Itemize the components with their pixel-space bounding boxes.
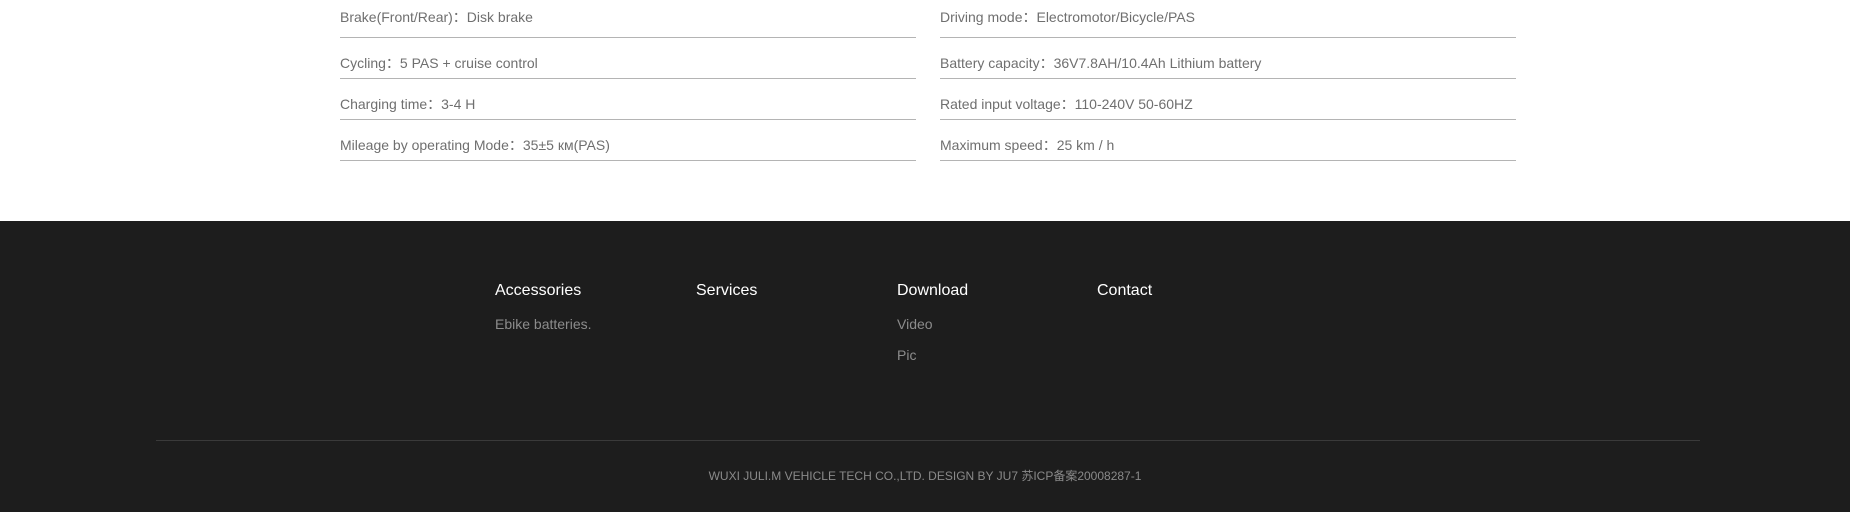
footer-column-contact: Contact	[1097, 281, 1152, 301]
spec-row-rated-voltage: Rated input voltage：110-240V 50-60HZ	[940, 79, 1516, 120]
footer-divider	[156, 440, 1700, 441]
footer-link-ebike-batteries[interactable]: Ebike batteries.	[495, 316, 592, 332]
spec-row-mileage: Mileage by operating Mode：35±5 км(PAS)	[340, 120, 916, 161]
spec-row-cycling: Cycling：5 PAS + cruise control	[340, 38, 916, 79]
footer-heading-download[interactable]: Download	[897, 281, 968, 301]
footer-link-video[interactable]: Video	[897, 316, 968, 332]
spec-row-max-speed: Maximum speed：25 km / h	[940, 120, 1516, 161]
footer-column-accessories: Accessories Ebike batteries.	[495, 281, 592, 332]
footer-copyright: WUXI JULI.M VEHICLE TECH CO.,LTD. DESIGN…	[708, 469, 1142, 483]
site-footer: Accessories Ebike batteries. Services Do…	[0, 221, 1850, 512]
spec-column-left: Brake(Front/Rear)：Disk brake Cycling：5 P…	[340, 0, 916, 161]
footer-heading-accessories[interactable]: Accessories	[495, 281, 592, 301]
spec-row-brake: Brake(Front/Rear)：Disk brake	[340, 0, 916, 38]
spec-column-right: Driving mode：Electromotor/Bicycle/PAS Ba…	[940, 0, 1516, 161]
footer-heading-services[interactable]: Services	[696, 281, 757, 301]
footer-heading-contact[interactable]: Contact	[1097, 281, 1152, 301]
spec-row-charging-time: Charging time：3-4 H	[340, 79, 916, 120]
footer-column-download: Download Video Pic	[897, 281, 968, 363]
spec-row-battery-capacity: Battery capacity：36V7.8AH/10.4Ah Lithium…	[940, 38, 1516, 79]
spec-row-driving-mode: Driving mode：Electromotor/Bicycle/PAS	[940, 0, 1516, 38]
footer-column-services: Services	[696, 281, 757, 301]
spec-section: Brake(Front/Rear)：Disk brake Cycling：5 P…	[0, 0, 1850, 221]
footer-link-pic[interactable]: Pic	[897, 347, 968, 363]
